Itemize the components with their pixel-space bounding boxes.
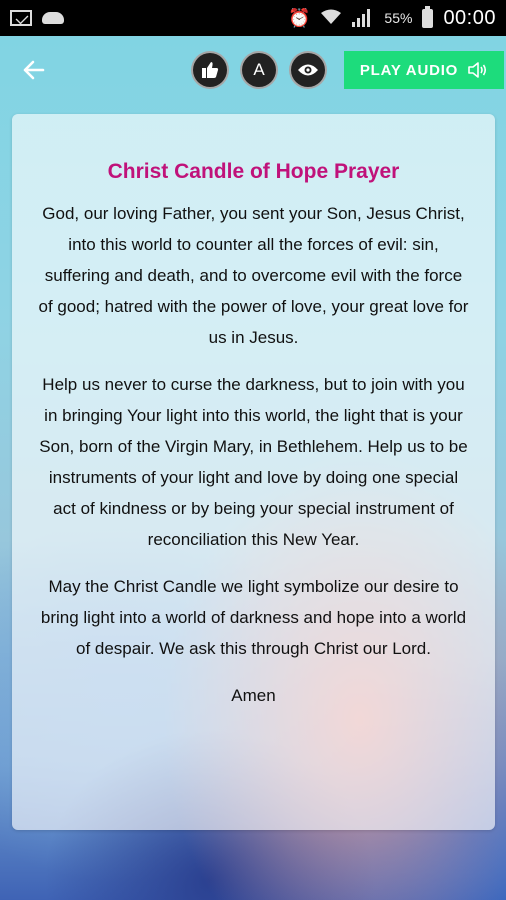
prayer-title: Christ Candle of Hope Prayer (107, 160, 400, 183)
prayer-paragraph: May the Christ Candle we light symbolize… (40, 577, 467, 658)
font-button-label: A (253, 60, 265, 79)
screen: ⏰ 55% 00:00 A PLAY AUDIO Christ Candle o… (0, 0, 506, 900)
font-size-button[interactable]: A (240, 51, 278, 89)
prayer-paragraph: Help us never to curse the darkness, but… (39, 375, 468, 549)
clock: 00:00 (443, 6, 496, 29)
play-audio-label: PLAY AUDIO (359, 61, 459, 79)
status-left (10, 10, 64, 26)
status-right: ⏰ 55% 00:00 (287, 5, 496, 30)
alarm-icon: ⏰ (287, 8, 311, 28)
wifi-icon (320, 8, 342, 29)
view-button[interactable] (289, 51, 327, 89)
eye-icon (298, 64, 318, 76)
mail-icon (10, 10, 32, 26)
arrow-left-icon (23, 60, 45, 80)
prayer-closing: Amen (231, 686, 276, 705)
prayer-card: Christ Candle of Hope Prayer God, our lo… (12, 114, 495, 830)
status-bar: ⏰ 55% 00:00 (0, 0, 506, 36)
cloud-icon (42, 12, 64, 24)
app-bar: A PLAY AUDIO (0, 36, 506, 104)
back-button[interactable] (18, 54, 50, 86)
speaker-icon (468, 62, 487, 78)
signal-icon (352, 9, 374, 27)
play-audio-button[interactable]: PLAY AUDIO (344, 51, 504, 89)
battery-icon (422, 5, 434, 28)
prayer-paragraph: God, our loving Father, you sent your So… (38, 204, 469, 347)
like-button[interactable] (191, 51, 229, 89)
battery-percent: 55% (384, 10, 413, 26)
thumbs-up-icon (202, 62, 219, 78)
